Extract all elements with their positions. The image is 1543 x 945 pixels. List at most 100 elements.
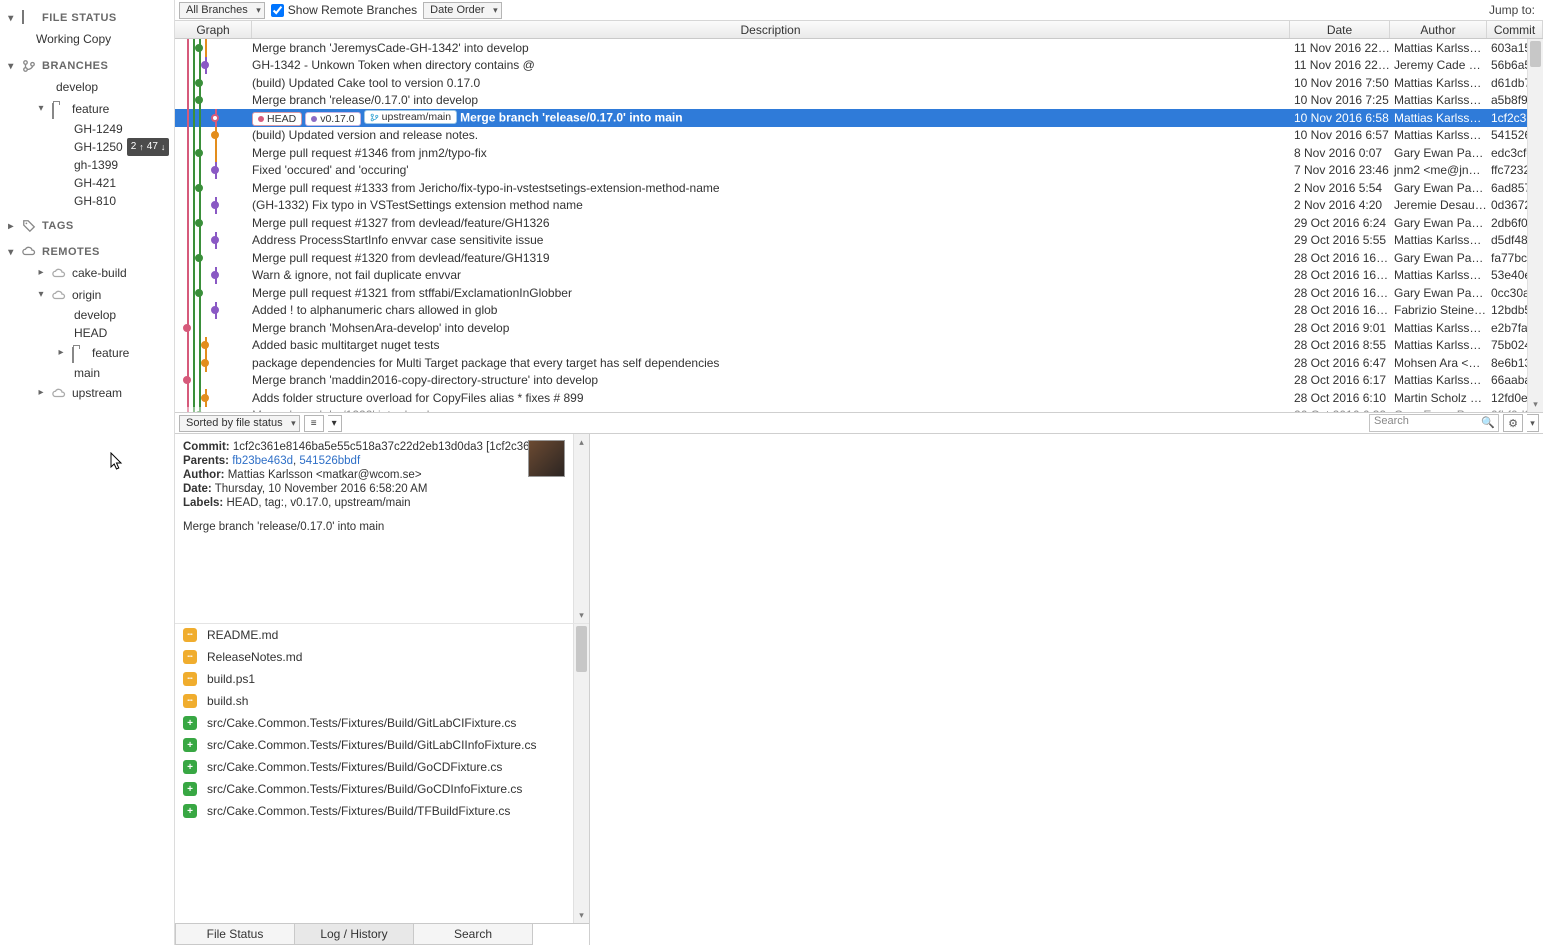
file-row[interactable]: +src/Cake.Common.Tests/Fixtures/Build/TF…: [175, 800, 589, 822]
gear-dropdown-button[interactable]: ▾: [1527, 414, 1539, 432]
meta-author: Author: Mattias Karlsson <matkar@wcom.se…: [183, 468, 581, 482]
col-description[interactable]: Description: [252, 21, 1290, 38]
parent-link-2[interactable]: 541526bbdf: [299, 455, 360, 467]
commit-row[interactable]: Merge branch 'maddin2016-copy-directory-…: [175, 372, 1543, 390]
file-row[interactable]: •••build.ps1: [175, 668, 589, 690]
col-graph[interactable]: Graph: [175, 21, 252, 38]
sidebar-item-label: Working Copy: [36, 30, 111, 48]
file-sort-select[interactable]: Sorted by file status: [179, 415, 300, 432]
commit-row[interactable]: Merge branch 'MohsenAra-develop' into de…: [175, 319, 1543, 337]
sidebar-header-label: FILE STATUS: [42, 12, 117, 24]
search-input[interactable]: Search 🔍: [1369, 414, 1499, 432]
scroll-up-icon[interactable]: ▴: [574, 434, 589, 450]
commit-row[interactable]: Merge pull request #1321 from stffabi/Ex…: [175, 284, 1543, 302]
file-scrollbar[interactable]: ▴ ▾: [573, 624, 589, 923]
commit-row[interactable]: Merge pull request #1333 from Jericho/fi…: [175, 179, 1543, 197]
tab-search[interactable]: Search: [413, 924, 533, 945]
graph-cell: [175, 354, 252, 372]
commit-scrollbar[interactable]: ▴ ▾: [1527, 39, 1543, 412]
sidebar-branch-develop[interactable]: develop: [0, 76, 174, 98]
commit-row[interactable]: Warn & ignore, not fail duplicate envvar…: [175, 267, 1543, 285]
sidebar-item-label: GH-1249: [74, 122, 123, 136]
commit-row[interactable]: Merge branch 'nr/1222' into develop26 Oc…: [175, 407, 1543, 413]
sidebar-header-remotes[interactable]: ▾ REMOTES: [0, 242, 174, 262]
file-row[interactable]: •••ReleaseNotes.md: [175, 646, 589, 668]
commit-row[interactable]: Address ProcessStartInfo envvar case sen…: [175, 232, 1543, 250]
scroll-thumb[interactable]: [576, 626, 587, 672]
show-remote-checkbox-input[interactable]: [271, 4, 284, 17]
commit-row[interactable]: Merge pull request #1346 from jnm2/typo-…: [175, 144, 1543, 162]
jump-to-label[interactable]: Jump to:: [1489, 3, 1539, 17]
col-author[interactable]: Author: [1390, 21, 1487, 38]
ref-tag[interactable]: v0.17.0: [305, 112, 360, 126]
commit-row[interactable]: Merge pull request #1327 from devlead/fe…: [175, 214, 1543, 232]
sidebar-item-working-copy[interactable]: Working Copy: [0, 28, 174, 50]
file-row[interactable]: •••build.sh: [175, 690, 589, 712]
scroll-down-icon[interactable]: ▾: [574, 907, 589, 923]
sidebar-remote-origin-feature[interactable]: ▸ feature: [0, 342, 174, 364]
file-row[interactable]: +src/Cake.Common.Tests/Fixtures/Build/Go…: [175, 756, 589, 778]
file-row[interactable]: •••README.md: [175, 624, 589, 646]
modified-icon: •••: [183, 694, 197, 708]
file-list: •••README.md•••ReleaseNotes.md•••build.p…: [175, 624, 589, 923]
commit-row[interactable]: Merge branch 'release/0.17.0' into devel…: [175, 92, 1543, 110]
commit-row[interactable]: Added basic multitarget nuget tests28 Oc…: [175, 337, 1543, 355]
sidebar-branch-gh-1249[interactable]: GH-1249: [0, 120, 174, 138]
sidebar-remote-origin-head[interactable]: HEAD: [0, 324, 174, 342]
file-row[interactable]: +src/Cake.Common.Tests/Fixtures/Build/Go…: [175, 778, 589, 800]
sidebar-branch-gh-1399[interactable]: gh-1399: [0, 156, 174, 174]
show-remote-checkbox[interactable]: Show Remote Branches: [271, 3, 417, 17]
commit-row[interactable]: HEADv0.17.0upstream/mainMerge branch 're…: [175, 109, 1543, 127]
sidebar-remote-cake-build[interactable]: ▸ cake-build: [0, 262, 174, 284]
file-row[interactable]: +src/Cake.Common.Tests/Fixtures/Build/Gi…: [175, 734, 589, 756]
commit-row[interactable]: Merge branch 'JeremysCade-GH-1342' into …: [175, 39, 1543, 57]
commit-row[interactable]: Added ! to alphanumeric chars allowed in…: [175, 302, 1543, 320]
ref-head[interactable]: HEAD: [252, 112, 302, 126]
commit-row[interactable]: (build) Updated Cake tool to version 0.1…: [175, 74, 1543, 92]
modified-icon: •••: [183, 672, 197, 686]
parent-link-1[interactable]: fb23be463d: [232, 455, 293, 467]
sidebar-header-branches[interactable]: ▾ BRANCHES: [0, 56, 174, 76]
search-icon[interactable]: 🔍: [1481, 416, 1495, 429]
gear-button[interactable]: ⚙: [1503, 414, 1523, 432]
meta-scrollbar[interactable]: ▴ ▾: [573, 434, 589, 623]
commit-row[interactable]: Adds folder structure overload for CopyF…: [175, 389, 1543, 407]
scroll-thumb[interactable]: [1530, 41, 1541, 67]
sidebar-branch-gh-421[interactable]: GH-421: [0, 174, 174, 192]
commit-row[interactable]: GH-1342 - Unkown Token when directory co…: [175, 57, 1543, 75]
commit-author: Mattias Karlsson <: [1390, 128, 1487, 142]
sort-order-select[interactable]: Date Order: [423, 2, 501, 19]
branch-filter-select[interactable]: All Branches: [179, 2, 265, 19]
tab-file-status[interactable]: File Status: [175, 924, 295, 945]
col-commit[interactable]: Commit: [1487, 21, 1543, 38]
sidebar-branch-gh-1250[interactable]: GH-1250 2↑ 47↓: [0, 138, 174, 156]
graph-cell: [175, 179, 252, 197]
sidebar-branch-gh-810[interactable]: GH-810: [0, 192, 174, 210]
graph-cell: [175, 232, 252, 250]
sidebar-remote-origin-main[interactable]: main: [0, 364, 174, 382]
sidebar-item-label: feature: [72, 100, 109, 118]
graph-cell: [175, 57, 252, 75]
sidebar-header-tags[interactable]: ▸ TAGS: [0, 216, 174, 236]
sidebar-remote-origin[interactable]: ▾ origin: [0, 284, 174, 306]
commit-date: 10 Nov 2016 6:57: [1290, 128, 1390, 142]
col-date[interactable]: Date: [1290, 21, 1390, 38]
commit-row[interactable]: package dependencies for Multi Target pa…: [175, 354, 1543, 372]
ref-remote[interactable]: upstream/main: [364, 110, 457, 124]
commit-row[interactable]: (GH-1332) Fix typo in VSTestSettings ext…: [175, 197, 1543, 215]
commit-row[interactable]: (build) Updated version and release note…: [175, 127, 1543, 145]
sidebar-header-file-status[interactable]: ▾ FILE STATUS: [0, 8, 174, 28]
view-flat-button[interactable]: ≡: [304, 415, 324, 432]
sidebar-remote-upstream[interactable]: ▸ upstream: [0, 382, 174, 404]
scroll-down-icon[interactable]: ▾: [1528, 396, 1543, 412]
commit-row[interactable]: Fixed 'occured' and 'occuring'7 Nov 2016…: [175, 162, 1543, 180]
caret-icon: ▸: [6, 221, 16, 232]
commit-author: Mattias Karlsson <: [1390, 268, 1487, 282]
commit-row[interactable]: Merge pull request #1320 from devlead/fe…: [175, 249, 1543, 267]
tab-log-history[interactable]: Log / History: [294, 924, 414, 945]
sidebar-remote-origin-develop[interactable]: develop: [0, 306, 174, 324]
view-dropdown-button[interactable]: ▾: [328, 415, 342, 432]
scroll-down-icon[interactable]: ▾: [574, 607, 589, 623]
sidebar-branch-feature[interactable]: ▾ feature: [0, 98, 174, 120]
file-row[interactable]: +src/Cake.Common.Tests/Fixtures/Build/Gi…: [175, 712, 589, 734]
